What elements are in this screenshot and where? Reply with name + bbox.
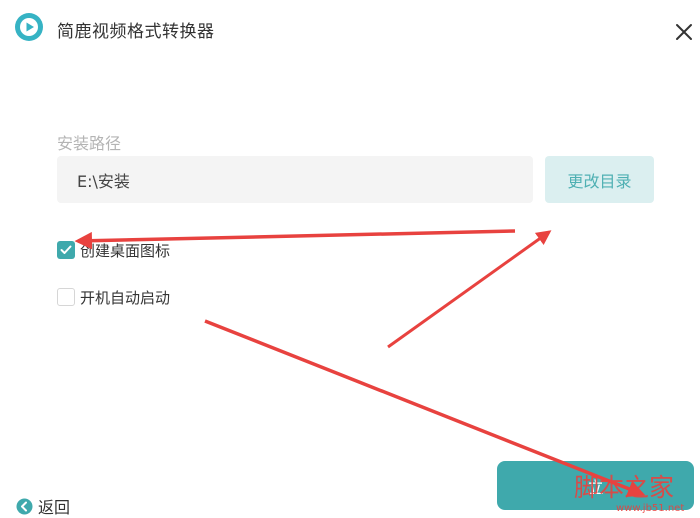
back-label: 返回: [38, 498, 71, 517]
install-button[interactable]: 立: [497, 461, 694, 510]
install-button-label: 立: [587, 477, 604, 497]
arrow-left-circle-icon: [16, 498, 33, 514]
window-title: 简鹿视频格式转换器: [57, 22, 215, 42]
auto-start-label: 开机自动启动: [80, 288, 171, 307]
create-desktop-icon-label: 创建桌面图标: [80, 241, 171, 260]
auto-start-option[interactable]: 开机自动启动: [57, 287, 170, 307]
create-desktop-icon-option[interactable]: 创建桌面图标: [57, 240, 170, 260]
back-link[interactable]: 返回: [16, 496, 71, 517]
annotation-arrow-to-change-directory: [387, 230, 552, 349]
change-directory-button[interactable]: 更改目录: [545, 156, 654, 203]
auto-start-checkbox[interactable]: [57, 288, 75, 306]
install-path-label: 安装路径: [57, 134, 122, 153]
checkmark-icon: [60, 245, 72, 254]
close-icon[interactable]: [672, 20, 696, 44]
install-path-input[interactable]: [57, 156, 533, 203]
app-logo-icon: [15, 13, 43, 41]
create-desktop-icon-checkbox[interactable]: [57, 241, 75, 259]
